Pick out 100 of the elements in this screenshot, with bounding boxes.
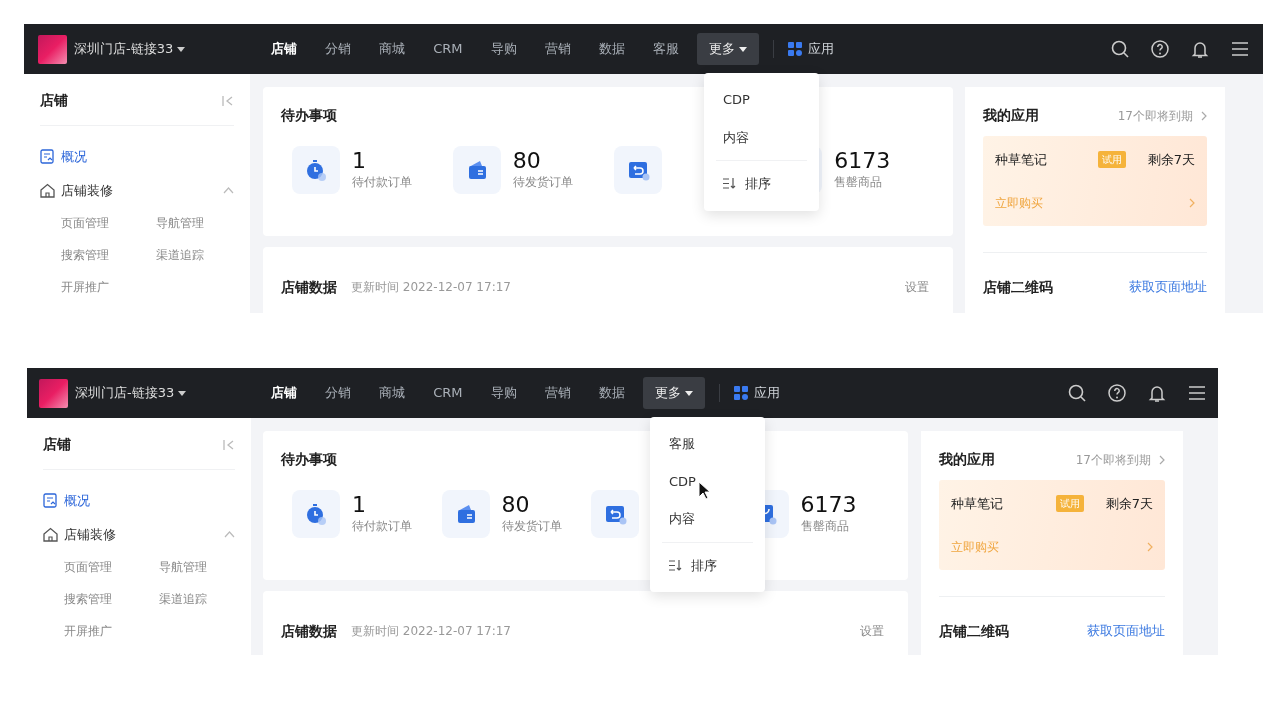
nav-tab[interactable]: 数据	[584, 33, 639, 65]
settings-link[interactable]: 设置	[899, 277, 935, 297]
sidebar-title: 店铺	[43, 435, 71, 454]
menu-icon[interactable]	[1231, 40, 1249, 58]
nav-tab[interactable]: 客服	[638, 33, 693, 65]
caret-icon	[178, 390, 187, 396]
caret-icon	[738, 46, 747, 52]
sort-icon	[723, 178, 737, 190]
more-menu-button[interactable]: 更多	[642, 377, 705, 409]
nav-tab[interactable]: CRM	[419, 377, 477, 409]
nav-tab[interactable]: 店铺	[257, 377, 312, 409]
sidebar-link[interactable]: 页面管理	[64, 551, 159, 583]
sidebar-item[interactable]: 概况	[43, 484, 235, 518]
sidebar-item[interactable]: 店铺装修	[40, 173, 234, 207]
days-left: 剩余7天	[1105, 495, 1153, 513]
stat-label: 待付款订单	[352, 518, 412, 536]
nav-tab[interactable]: 数据	[584, 377, 639, 409]
trial-tag: 试用	[1097, 151, 1126, 169]
collapse-icon	[223, 439, 235, 450]
nav-tab[interactable]: 分销	[311, 377, 366, 409]
menu-item[interactable]: 内容	[650, 500, 765, 538]
caret-icon	[684, 390, 693, 396]
chevron-icon	[1159, 454, 1165, 465]
nav-tab[interactable]: 导购	[476, 33, 531, 65]
chevron-icon	[224, 530, 235, 538]
report-icon	[43, 493, 58, 509]
sidebar-link[interactable]: 导航管理	[156, 207, 251, 239]
menu-icon[interactable]	[1188, 384, 1206, 402]
stat-label: 待发货订单	[512, 174, 573, 192]
bell-icon[interactable]	[1191, 40, 1209, 58]
card-title: 店铺数据	[281, 621, 337, 641]
sort-menu-item[interactable]: 排序	[704, 165, 819, 203]
stat-label: 售罄商品	[834, 174, 884, 192]
sort-icon	[669, 559, 683, 571]
nav-tab[interactable]: 商城	[365, 377, 420, 409]
chevron-icon	[223, 186, 234, 194]
sidebar-title: 店铺	[40, 91, 68, 110]
card-title: 待办事项	[281, 450, 338, 469]
sidebar-link[interactable]: 渠道追踪	[159, 583, 254, 615]
page-url-link[interactable]: 获取页面地址	[1087, 621, 1165, 641]
store-logo	[39, 378, 68, 408]
chevron-icon	[1189, 197, 1195, 208]
help-icon[interactable]	[1108, 384, 1126, 402]
stat-value: 80	[512, 148, 542, 174]
sidebar-link[interactable]: 开屏推广	[61, 271, 156, 303]
apps-button[interactable]: 应用	[787, 39, 834, 59]
stat-label: 待发货订单	[501, 518, 562, 536]
nav-tab[interactable]: 导购	[476, 377, 531, 409]
nav-tab[interactable]: 分销	[311, 33, 366, 65]
apps-grid-icon	[733, 386, 748, 400]
apps-button[interactable]: 应用	[733, 383, 780, 403]
stat-value: 1	[352, 492, 367, 518]
chevron-icon	[1147, 541, 1153, 552]
nav-tab[interactable]: 商城	[365, 33, 420, 65]
search-icon[interactable]	[1111, 40, 1129, 58]
report-icon	[40, 149, 55, 165]
panel-title: 我的应用	[983, 106, 1039, 125]
sort-menu-item[interactable]: 排序	[650, 546, 765, 584]
trial-tag: 试用	[1055, 495, 1084, 513]
sidebar-link[interactable]: 页面管理	[61, 207, 156, 239]
nav-tab[interactable]: CRM	[419, 33, 477, 65]
stat-value: 6173	[800, 492, 857, 518]
bell-icon[interactable]	[1148, 384, 1166, 402]
nav-tab[interactable]: 营销	[530, 377, 585, 409]
house-icon	[43, 526, 58, 542]
card-title: 待办事项	[281, 106, 338, 125]
sidebar-link[interactable]: 搜索管理	[61, 239, 156, 271]
menu-item[interactable]: 客服	[650, 425, 765, 463]
stat-label: 售罄商品	[800, 518, 850, 536]
store-switcher[interactable]: 深圳门店-链接33	[67, 39, 186, 59]
menu-item[interactable]: CDP	[704, 81, 819, 119]
menu-item[interactable]: 内容	[704, 118, 819, 156]
apps-grid-icon	[787, 42, 802, 56]
sidebar-item[interactable]: 概况	[40, 140, 234, 174]
sidebar-link[interactable]: 搜索管理	[64, 583, 159, 615]
help-icon[interactable]	[1151, 40, 1169, 58]
nav-tab[interactable]: 店铺	[257, 33, 312, 65]
menu-item[interactable]: CDP	[650, 462, 765, 500]
stat-value: 1	[352, 148, 367, 174]
panel-title: 店铺二维码	[983, 277, 1053, 297]
settings-link[interactable]: 设置	[854, 621, 890, 641]
store-logo	[38, 34, 67, 64]
chevron-icon	[1201, 110, 1207, 121]
clock-icon	[304, 502, 328, 526]
search-icon[interactable]	[1068, 384, 1086, 402]
house-icon	[40, 182, 55, 198]
nav-tab[interactable]: 营销	[530, 33, 585, 65]
panel-title: 我的应用	[939, 450, 995, 469]
panel-title: 店铺二维码	[939, 621, 1009, 641]
page-url-link[interactable]: 获取页面地址	[1129, 277, 1207, 297]
app-name: 种草笔记	[995, 151, 1047, 169]
stat-label: 待付款订单	[352, 174, 412, 192]
store-switcher[interactable]: 深圳门店-链接33	[68, 383, 187, 403]
more-menu-button[interactable]: 更多	[696, 33, 759, 65]
sidebar-link[interactable]: 开屏推广	[64, 615, 159, 647]
card-title: 店铺数据	[281, 277, 337, 297]
app-name: 种草笔记	[951, 495, 1003, 513]
sidebar-link[interactable]: 渠道追踪	[156, 239, 251, 271]
sidebar-link[interactable]: 导航管理	[159, 551, 254, 583]
sidebar-item[interactable]: 店铺装修	[43, 517, 235, 551]
